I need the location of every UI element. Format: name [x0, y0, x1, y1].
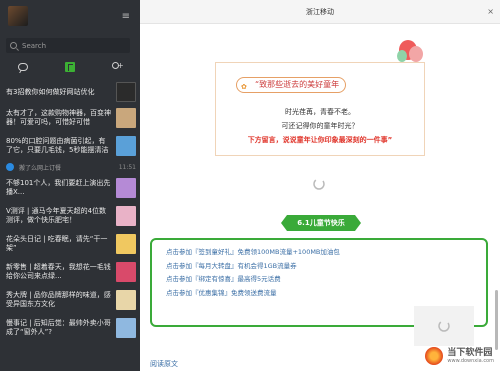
list-item-text: 新零售 | 超着春天，我想花一毛钱给你公司来点绿...: [6, 263, 111, 280]
list-item-text: 不够101个人，我们要赶上演出先播X...: [6, 179, 111, 196]
account-icon: [6, 163, 14, 171]
thumbnail: [116, 290, 136, 310]
thumbnail: [116, 318, 136, 338]
list-item-text: 花朵头日记 | 吃春眠，请先“干一架”: [6, 235, 108, 252]
list-item[interactable]: 新零售 | 超着春天，我想花一毛钱给你公司来点绿...: [0, 258, 140, 286]
contacts-icon: [64, 62, 75, 72]
account-name: 搬了么网上订餐: [19, 164, 62, 172]
loading-spinner-icon: [432, 314, 456, 338]
chat-bubble-icon: [18, 63, 29, 71]
account-row[interactable]: 搬了么网上订餐 11:51: [0, 160, 140, 174]
watermark-url: www.downxia.com: [447, 358, 494, 364]
article-view: 浙江移动 × ✿ “致那些逝去的美好童年 时光荏苒，青春不老。 可还记得你的童年…: [140, 0, 500, 371]
user-avatar[interactable]: [8, 6, 28, 26]
tab-chats[interactable]: [16, 61, 30, 73]
thumbnail: [116, 206, 136, 226]
list-item[interactable]: 秀大牌 | 品你品牌那样的味道，感受异国东方文化: [0, 286, 140, 314]
article-titlebar: 浙江移动 ×: [140, 0, 500, 24]
tab-contacts[interactable]: [63, 61, 77, 73]
page-title: 浙江移动: [306, 8, 334, 16]
list-item-text: 太有才了，这款购物神器，百变神器！可爱可吗，可惜好可惜: [6, 109, 111, 126]
list-item[interactable]: 有3招教你如何做好网站优化: [0, 80, 140, 104]
loading-spinner-icon: [307, 172, 331, 196]
activity-link[interactable]: 点击参加『优惠集锦』免费领送费流量: [166, 287, 472, 301]
add-user-icon: [111, 61, 124, 72]
list-item[interactable]: 花朵头日记 | 吃春眠，请先“干一架”: [0, 230, 140, 258]
scrollbar-thumb[interactable]: [495, 290, 498, 350]
conversation-list: 有3招教你如何做好网站优化 太有才了，这款购物神器，百变神器！可爱可吗，可惜好可…: [0, 80, 140, 342]
watermark-text: 当下软件园: [447, 348, 493, 358]
thumbnail: [116, 108, 136, 128]
close-icon[interactable]: ×: [487, 0, 494, 24]
list-item-text: 慢事记 | 后知后觉：最帅外卖小哥成了“窗外人”?: [6, 319, 111, 336]
sidebar-tabs: [0, 58, 140, 76]
list-item-text: 有3招教你如何做好网站优化: [6, 87, 95, 96]
flag-icon: ✿: [241, 83, 247, 91]
list-item[interactable]: 慢事记 | 后知后觉：最帅外卖小哥成了“窗外人”?: [0, 314, 140, 342]
card-highlight: 下方留言，说说童年让你印象最深刻的一件事”: [247, 136, 393, 144]
list-item[interactable]: V测评 | 通马今年夏天超的4位数测评，做个快乐肥宅！: [0, 202, 140, 230]
search-box[interactable]: Search: [6, 38, 130, 53]
list-item[interactable]: 太有才了，这款购物神器，百变神器！可爱可吗，可惜好可惜: [0, 104, 140, 132]
card-line: 时光荏苒，青春不老。: [285, 108, 355, 116]
card-title-text: “致那些逝去的美好童年: [255, 80, 340, 89]
timestamp: 11:51: [118, 163, 136, 171]
watermark-logo-icon: [425, 347, 444, 365]
thumbnail: [116, 82, 136, 102]
sidebar-header: ≡: [0, 0, 140, 33]
thumbnail: [116, 234, 136, 254]
card-line: 可还记得你的童年时光？: [281, 122, 359, 130]
list-item[interactable]: 80%的口腔问题由病菌引起，有了它，只要几毛钱，5秒能摆清洁: [0, 132, 140, 160]
scrollbar[interactable]: [495, 28, 498, 368]
thumbnail: [116, 262, 136, 282]
search-input[interactable]: Search: [22, 42, 46, 50]
promo-card: ✿ “致那些逝去的美好童年 时光荏苒，青春不老。 可还记得你的童年时光？ 下方留…: [215, 62, 425, 156]
section-banner: 6.1儿童节快乐: [281, 215, 361, 231]
thumbnail: [116, 136, 136, 156]
list-item-text: 80%的口腔问题由病菌引起，有了它，只要几毛钱，5秒能摆清洁: [6, 137, 109, 154]
menu-icon[interactable]: ≡: [122, 11, 130, 22]
tab-add-contact[interactable]: [110, 61, 124, 73]
read-more-link[interactable]: 阅读原文: [150, 359, 178, 369]
thumbnail: [116, 178, 136, 198]
activity-link[interactable]: 点击参加『签到童好礼』免费领100MB流量+100MB加油包: [166, 246, 472, 260]
card-title: ✿ “致那些逝去的美好童年: [236, 77, 347, 93]
activity-link[interactable]: 点击参加『绑定有惊喜』最高得5元话费: [166, 273, 472, 287]
list-item[interactable]: 不够101个人，我们要赶上演出先播X...: [0, 174, 140, 202]
search-icon: [10, 42, 17, 49]
watermark: 当下软件园 www.downxia.com: [425, 347, 494, 365]
list-item-text: 秀大牌 | 品你品牌那样的味道，感受异国东方文化: [6, 291, 111, 308]
image-placeholder: [414, 306, 474, 346]
activity-link[interactable]: 点击参加『每月大转盘』有机会得1GB流量券: [166, 260, 472, 274]
sidebar: ≡ Search 有3招教你如何做好网站优化 太有才了，这款购物神器，百变神器！…: [0, 0, 140, 371]
wechat-window: ≡ Search 有3招教你如何做好网站优化 太有才了，这款购物神器，百变神器！…: [0, 0, 500, 371]
list-item-text: V测评 | 通马今年夏天超的4位数测评，做个快乐肥宅！: [6, 207, 107, 224]
